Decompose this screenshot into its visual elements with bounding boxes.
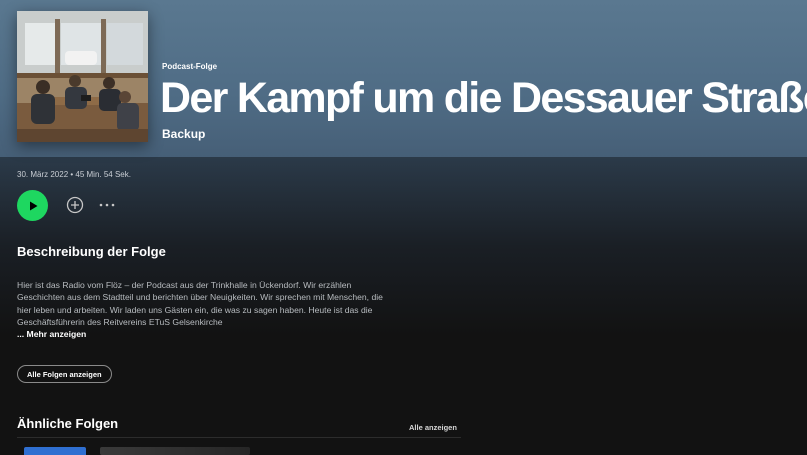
description-heading: Beschreibung der Folge [17,244,166,259]
section-divider [17,437,461,438]
podcast-show-link[interactable]: Backup [162,127,205,141]
play-icon [29,201,37,210]
play-button[interactable] [17,190,48,221]
add-to-library-button[interactable] [66,196,84,214]
episode-meta: 30. März 2022 • 45 Min. 54 Sek. [17,170,131,179]
more-options-button[interactable] [98,197,116,213]
similar-episodes-heading: Ähnliche Folgen [17,416,119,431]
similar-episode-thumbnail[interactable] [24,447,86,455]
content-type-label: Podcast-Folge [162,62,218,71]
episode-cover-image [17,11,148,142]
more-horizontal-icon [99,203,115,207]
all-episodes-button[interactable]: Alle Folgen anzeigen [17,365,112,383]
show-more-link[interactable]: ... Mehr anzeigen [17,329,86,339]
similar-episode-title[interactable] [100,447,250,455]
episode-description: Hier ist das Radio vom Flöz – der Podcas… [17,280,383,328]
plus-circle-icon [66,196,84,214]
show-all-link[interactable]: Alle anzeigen [409,423,457,432]
page-title: Der Kampf um die Dessauer Straße [160,74,807,122]
